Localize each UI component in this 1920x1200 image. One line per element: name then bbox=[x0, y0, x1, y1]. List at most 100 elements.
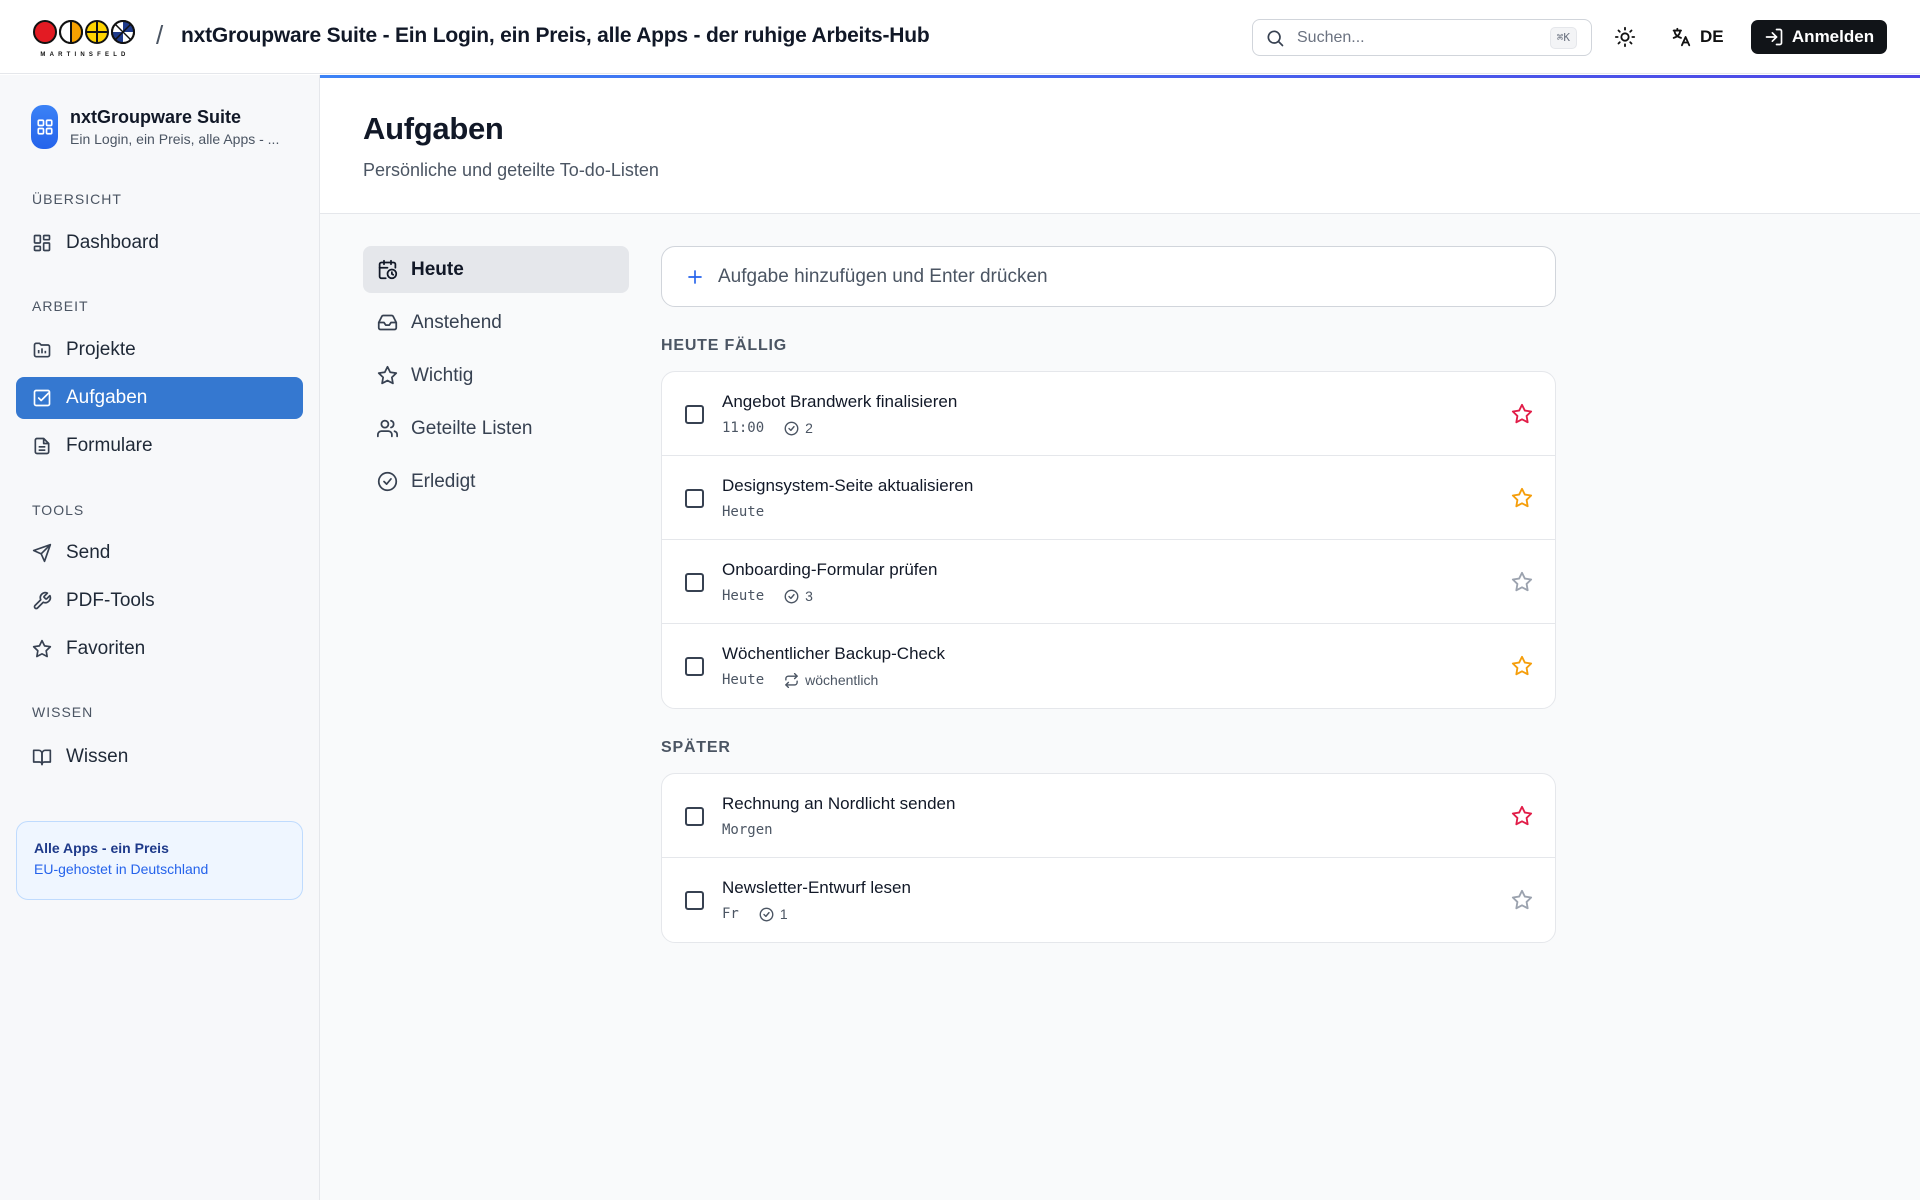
list-item-done[interactable]: Erledigt bbox=[363, 458, 629, 505]
martinsfeld-logo[interactable]: MARTINSFELD bbox=[33, 19, 137, 58]
users-icon bbox=[377, 419, 398, 438]
task-due: Fr bbox=[722, 906, 739, 922]
folder-chart-icon bbox=[33, 342, 51, 358]
apps-grid-icon bbox=[31, 105, 58, 149]
star-icon bbox=[377, 365, 398, 385]
checkbox-icon bbox=[33, 389, 51, 407]
add-task-input[interactable] bbox=[718, 265, 1498, 288]
sidebar-item-tasks[interactable]: Aufgaben bbox=[16, 377, 303, 419]
sidebar-item-label: Send bbox=[66, 542, 111, 563]
pricing-promo-card[interactable]: Alle Apps - ein Preis EU-gehostet in Deu… bbox=[16, 821, 303, 900]
task-checkbox[interactable] bbox=[685, 891, 704, 910]
suite-subtitle: Ein Login, ein Preis, alle Apps - ... bbox=[70, 131, 280, 147]
star-icon[interactable] bbox=[1511, 571, 1533, 593]
task-checkbox[interactable] bbox=[685, 657, 704, 676]
subtask-count: 2 bbox=[805, 420, 813, 436]
login-label: Anmelden bbox=[1791, 27, 1875, 46]
sidebar-item-label: Wissen bbox=[66, 746, 129, 767]
task-meta: Heute bbox=[722, 504, 764, 520]
list-item-label: Geteilte Listen bbox=[411, 417, 533, 439]
star-icon[interactable] bbox=[1511, 655, 1533, 677]
subtask-count: 3 bbox=[805, 588, 813, 604]
task-row[interactable]: Onboarding-Formular prüfen Heute 3 bbox=[662, 540, 1555, 624]
task-title: Designsystem-Seite aktualisieren bbox=[722, 476, 974, 495]
sidebar-item-label: Favoriten bbox=[66, 638, 146, 659]
sidebar-item-dashboard[interactable]: Dashboard bbox=[16, 222, 303, 264]
list-item-today[interactable]: Heute bbox=[363, 246, 629, 293]
task-checkbox[interactable] bbox=[685, 573, 704, 592]
task-title: Rechnung an Nordlicht senden bbox=[722, 794, 956, 813]
sidebar-item-send[interactable]: Send bbox=[16, 532, 303, 574]
sidebar-item-label: Projekte bbox=[66, 339, 136, 360]
task-meta: 11:00 2 bbox=[722, 420, 813, 436]
list-item-label: Erledigt bbox=[411, 470, 476, 492]
task-row[interactable]: Designsystem-Seite aktualisieren Heute bbox=[662, 456, 1555, 540]
task-meta: Heute 3 bbox=[722, 588, 813, 604]
suite-header[interactable]: nxtGroupware Suite Ein Login, ein Preis,… bbox=[31, 105, 279, 149]
task-content: HEUTE FÄLLIG Angebot Brandwerk finalisie… bbox=[661, 246, 1556, 943]
group-label-today: HEUTE FÄLLIG bbox=[661, 337, 788, 354]
language-switcher[interactable]: DE bbox=[1670, 22, 1724, 52]
task-row[interactable]: Wöchentlicher Backup-Check Heute wöchentli… bbox=[662, 624, 1555, 708]
task-title: Newsletter-Entwurf lesen bbox=[722, 878, 911, 897]
task-checkbox[interactable] bbox=[685, 807, 704, 826]
app-title[interactable]: nxtGroupware Suite - Ein Login, ein Prei… bbox=[181, 24, 930, 48]
sidebar-item-knowledge[interactable]: Wissen bbox=[16, 736, 303, 778]
list-item-label: Wichtig bbox=[411, 364, 474, 386]
sidebar-item-pdf-tools[interactable]: PDF-Tools bbox=[16, 580, 303, 622]
list-item-important[interactable]: Wichtig bbox=[363, 352, 629, 399]
main-content: Aufgaben Persönliche und geteilte To-do-… bbox=[320, 75, 1920, 1200]
search-box[interactable]: ⌘K bbox=[1252, 19, 1592, 56]
promo-title: Alle Apps - ein Preis bbox=[34, 840, 169, 856]
subtask-check-icon bbox=[784, 589, 799, 604]
task-row[interactable]: Rechnung an Nordlicht senden Morgen bbox=[662, 774, 1555, 858]
sidebar-item-favorites[interactable]: Favoriten bbox=[16, 628, 303, 670]
task-title: Wöchentlicher Backup-Check bbox=[722, 644, 945, 663]
subtask-check-icon bbox=[784, 421, 799, 436]
document-icon bbox=[34, 437, 50, 455]
add-task-field[interactable] bbox=[661, 246, 1556, 307]
task-meta: Fr 1 bbox=[722, 906, 788, 922]
task-row[interactable]: Angebot Brandwerk finalisieren 11:00 2 bbox=[662, 372, 1555, 456]
task-meta: Morgen bbox=[722, 822, 773, 838]
login-icon bbox=[1765, 28, 1783, 46]
group-label-later: SPÄTER bbox=[661, 739, 731, 756]
star-icon[interactable] bbox=[1511, 889, 1533, 911]
dashboard-icon bbox=[33, 234, 51, 252]
sidebar-item-projects[interactable]: Projekte bbox=[16, 329, 303, 371]
book-open-icon bbox=[32, 749, 52, 766]
page-title: Aufgaben bbox=[363, 111, 504, 146]
task-row[interactable]: Newsletter-Entwurf lesen Fr 1 bbox=[662, 858, 1555, 942]
task-due: 11:00 bbox=[722, 420, 765, 436]
sidebar-item-forms[interactable]: Formulare bbox=[16, 425, 303, 467]
task-checkbox[interactable] bbox=[685, 489, 704, 508]
breadcrumb-separator: / bbox=[156, 20, 164, 50]
logo-text: MARTINSFELD bbox=[40, 52, 130, 58]
sidebar-item-label: Formulare bbox=[66, 435, 153, 456]
top-bar: MARTINSFELD / nxtGroupware Suite - Ein L… bbox=[0, 0, 1920, 74]
list-item-shared[interactable]: Geteilte Listen bbox=[363, 405, 629, 452]
page-subtitle: Persönliche und geteilte To-do-Listen bbox=[363, 160, 659, 180]
star-icon[interactable] bbox=[1511, 403, 1533, 425]
list-item-label: Anstehend bbox=[411, 311, 502, 333]
login-button[interactable]: Anmelden bbox=[1751, 20, 1887, 54]
search-input[interactable] bbox=[1297, 26, 1527, 50]
task-due: Heute bbox=[722, 588, 765, 604]
sidebar-item-label: Dashboard bbox=[66, 232, 159, 253]
task-list-nav: Heute Anstehend Wichtig Geteilte Listen … bbox=[363, 246, 629, 511]
star-icon[interactable] bbox=[1511, 805, 1533, 827]
task-due: Morgen bbox=[722, 822, 773, 838]
task-card-today: Angebot Brandwerk finalisieren 11:00 2 Desi… bbox=[661, 371, 1556, 709]
sidebar-item-label: PDF-Tools bbox=[66, 590, 155, 611]
task-checkbox[interactable] bbox=[685, 405, 704, 424]
star-icon[interactable] bbox=[1511, 487, 1533, 509]
page-header: Aufgaben Persönliche und geteilte To-do-… bbox=[320, 78, 1920, 214]
theme-toggle-button[interactable] bbox=[1610, 22, 1640, 52]
wrench-icon bbox=[33, 591, 52, 610]
suite-name: nxtGroupware Suite bbox=[70, 107, 242, 127]
task-card-later: Rechnung an Nordlicht senden Morgen Newsle… bbox=[661, 773, 1556, 943]
list-item-upcoming[interactable]: Anstehend bbox=[363, 299, 629, 346]
translate-icon bbox=[1672, 27, 1691, 47]
search-shortcut-badge: ⌘K bbox=[1549, 27, 1577, 49]
task-due: Heute bbox=[722, 504, 765, 520]
